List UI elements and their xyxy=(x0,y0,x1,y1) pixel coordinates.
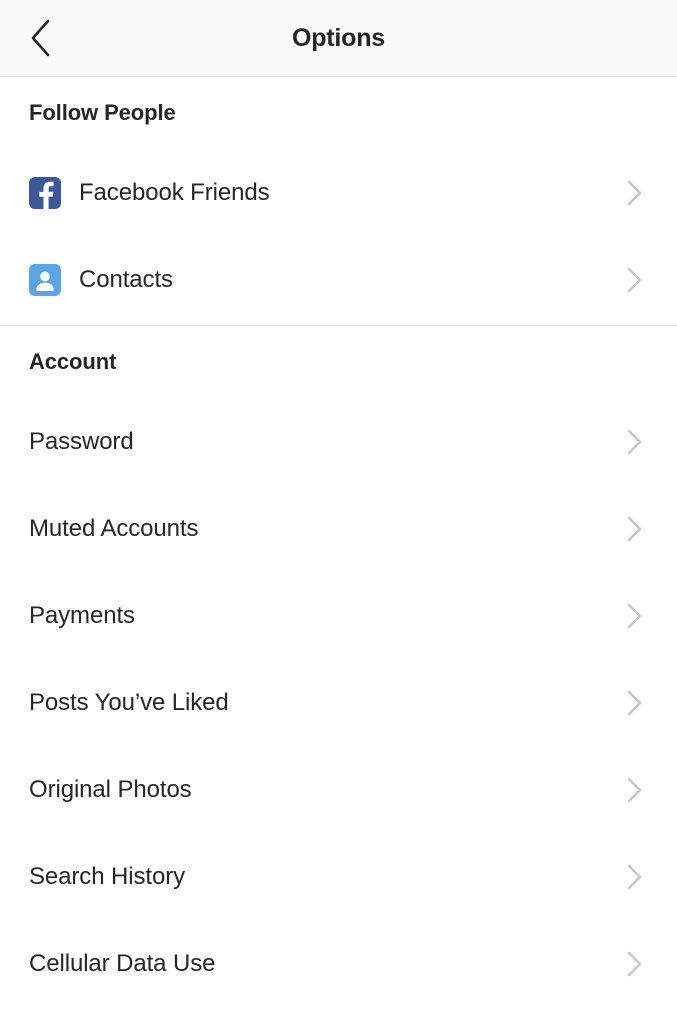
chevron-right-icon[interactable] xyxy=(624,602,646,630)
options-screen: Options Follow People Facebook Friends C… xyxy=(0,0,677,1024)
list-item-password[interactable]: Password xyxy=(0,398,677,485)
list-item-label: Original Photos xyxy=(29,775,192,803)
list-item-label: Payments xyxy=(29,601,135,629)
list-item-payments[interactable]: Payments xyxy=(0,572,677,659)
chevron-right-icon[interactable] xyxy=(624,428,646,456)
section-heading-follow-people: Follow People xyxy=(29,100,176,125)
list-item-label: Facebook Friends xyxy=(79,178,270,206)
chevron-right-icon[interactable] xyxy=(624,776,646,804)
list-item-label: Search History xyxy=(29,862,185,890)
section-account: Account Password Muted Accounts Payments… xyxy=(0,325,677,1009)
chevron-right-icon[interactable] xyxy=(624,863,646,891)
facebook-icon xyxy=(29,176,61,209)
list-item-muted-accounts[interactable]: Muted Accounts xyxy=(0,485,677,572)
chevron-right-icon[interactable] xyxy=(624,179,646,207)
section-rows-account: Password Muted Accounts Payments Posts Y… xyxy=(0,398,677,1009)
chevron-right-icon[interactable] xyxy=(624,266,646,294)
section-rows-follow-people: Facebook Friends Contacts xyxy=(0,149,677,325)
back-button[interactable] xyxy=(12,0,68,76)
page-title: Options xyxy=(291,24,386,52)
list-item-label: Muted Accounts xyxy=(29,514,199,542)
chevron-right-icon[interactable] xyxy=(624,689,646,717)
section-follow-people: Follow People Facebook Friends Contacts xyxy=(0,77,677,325)
list-item-original-photos[interactable]: Original Photos xyxy=(0,746,677,833)
chevron-left-icon xyxy=(27,18,53,58)
contacts-person-icon xyxy=(29,263,61,296)
list-item-search-history[interactable]: Search History xyxy=(0,833,677,920)
navigation-bar: Options xyxy=(0,0,677,77)
section-heading-account: Account xyxy=(29,349,117,374)
list-item-label: Contacts xyxy=(79,265,173,293)
list-item-label: Cellular Data Use xyxy=(29,949,216,977)
list-item-cellular-data-use[interactable]: Cellular Data Use xyxy=(0,920,677,1007)
list-item-posts-youve-liked[interactable]: Posts You’ve Liked xyxy=(0,659,677,746)
list-item-facebook-friends[interactable]: Facebook Friends xyxy=(0,149,677,236)
list-item-label: Password xyxy=(29,427,134,455)
list-item-contacts[interactable]: Contacts xyxy=(0,236,677,323)
chevron-right-icon[interactable] xyxy=(624,515,646,543)
list-item-label: Posts You’ve Liked xyxy=(29,688,229,716)
chevron-right-icon[interactable] xyxy=(624,950,646,978)
